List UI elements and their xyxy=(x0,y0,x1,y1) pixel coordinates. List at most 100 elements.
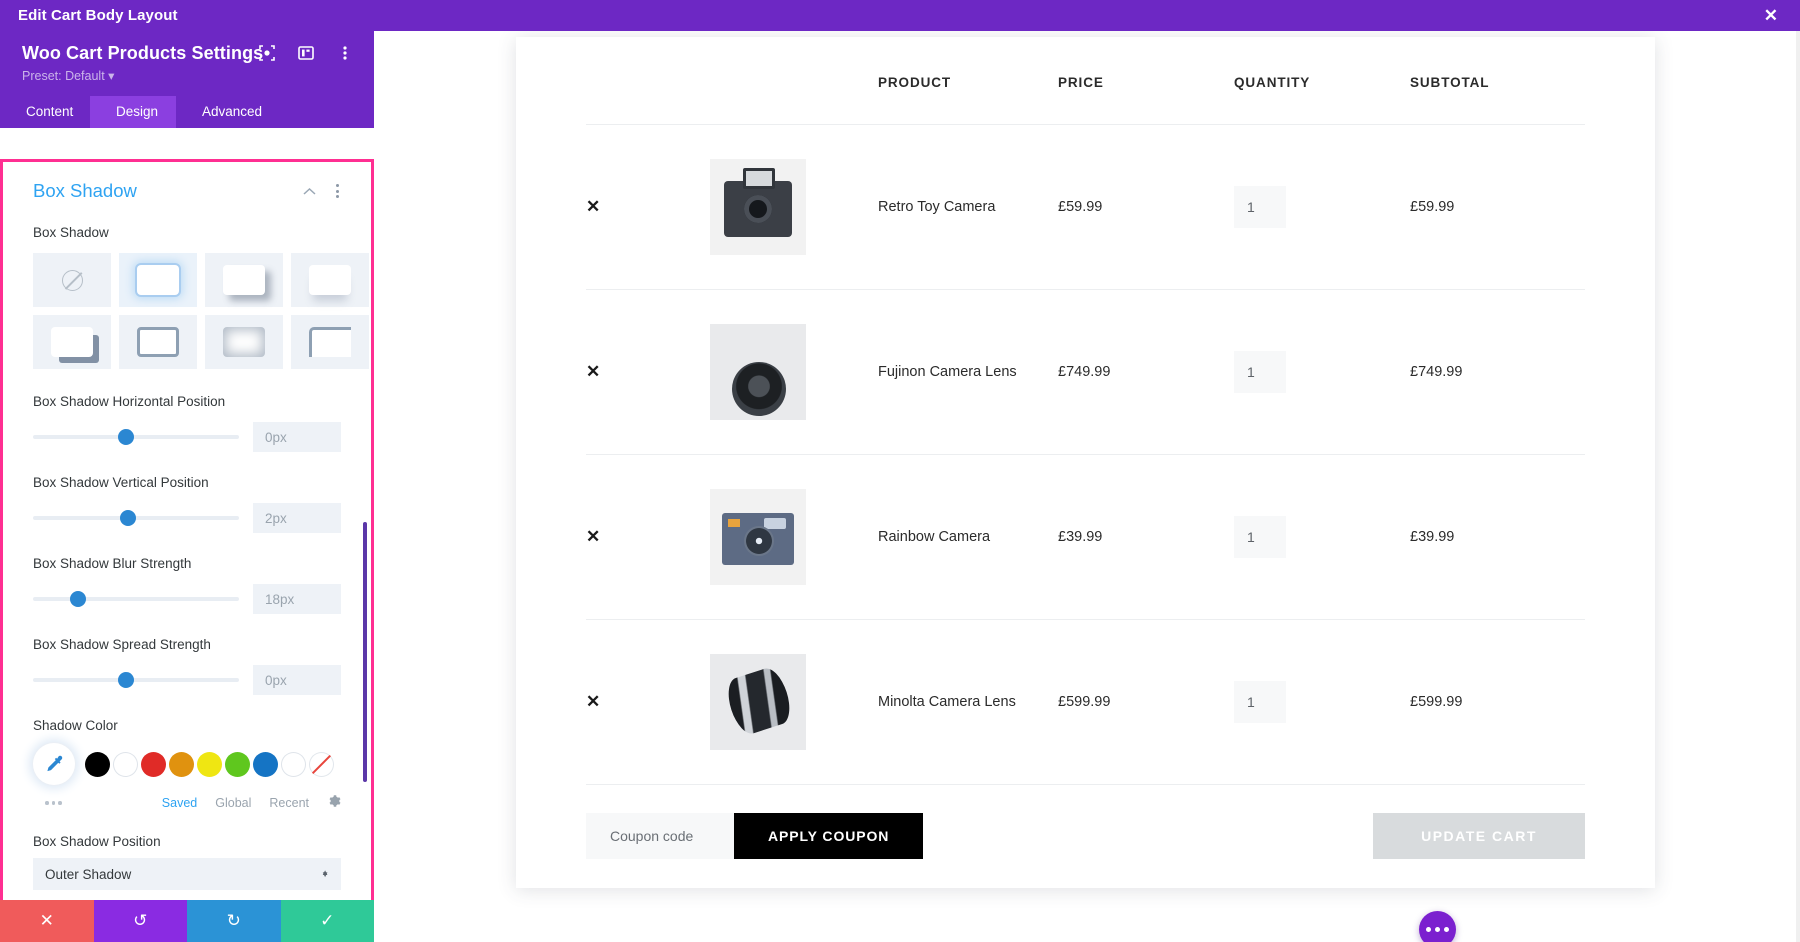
color-tab-saved[interactable]: Saved xyxy=(162,796,197,810)
chevron-up-icon[interactable] xyxy=(303,184,316,199)
product-name[interactable]: Retro Toy Camera xyxy=(878,199,995,215)
table-row: ✕ Retro Toy Camera £59.99 1 £59.99 xyxy=(586,124,1585,290)
layout-icon[interactable] xyxy=(297,44,315,62)
quantity-input[interactable]: 1 xyxy=(1234,681,1286,723)
col-header-product: PRODUCT xyxy=(878,75,952,90)
color-tab-recent[interactable]: Recent xyxy=(269,796,309,810)
tab-content[interactable]: Content xyxy=(0,96,90,128)
slider-track[interactable] xyxy=(33,429,239,445)
swatch-blue[interactable] xyxy=(253,751,278,777)
swatch-orange[interactable] xyxy=(169,751,194,777)
product-thumbnail[interactable] xyxy=(710,159,806,255)
product-thumbnail[interactable] xyxy=(710,489,806,585)
preset-drop-right[interactable] xyxy=(205,253,283,307)
cancel-button[interactable]: ✕ xyxy=(0,900,94,942)
panel-preset[interactable]: Preset: Default ▾ xyxy=(22,68,352,83)
table-row: ✕ Minolta Camera Lens £599.99 1 £599.99 xyxy=(586,619,1585,784)
color-tab-global[interactable]: Global xyxy=(215,796,251,810)
coupon-row: Coupon code APPLY COUPON UPDATE CART xyxy=(586,784,1585,859)
quantity-input[interactable]: 1 xyxy=(1234,516,1286,558)
panel-scrollbar[interactable] xyxy=(363,522,367,782)
slider-value-vertical[interactable]: 2px xyxy=(253,503,341,533)
slider-value-horizontal[interactable]: 0px xyxy=(253,422,341,452)
product-name[interactable]: Minolta Camera Lens xyxy=(878,694,1016,710)
box-shadow-preset-grid xyxy=(33,253,369,369)
preset-outline[interactable] xyxy=(119,315,197,369)
product-thumbnail[interactable] xyxy=(710,324,806,420)
slider-track[interactable] xyxy=(33,672,239,688)
remove-item-button[interactable]: ✕ xyxy=(586,197,600,216)
preset-glow[interactable] xyxy=(119,253,197,307)
slider-label-blur: Box Shadow Blur Strength xyxy=(33,556,192,571)
coupon-input[interactable]: Coupon code xyxy=(586,813,734,859)
remove-item-button[interactable]: ✕ xyxy=(586,692,600,711)
tab-design[interactable]: Design xyxy=(90,96,176,128)
shadow-color-label: Shadow Color xyxy=(33,718,118,733)
box-shadow-position-label: Box Shadow Position xyxy=(33,834,161,849)
swatch-black[interactable] xyxy=(85,751,110,777)
product-name[interactable]: Rainbow Camera xyxy=(878,529,990,545)
slider-value-blur[interactable]: 18px xyxy=(253,584,341,614)
slider-blur[interactable]: 18px xyxy=(33,584,341,614)
swatch-green[interactable] xyxy=(225,751,250,777)
swatch-white-2[interactable] xyxy=(281,751,306,777)
eyedropper-icon[interactable] xyxy=(33,743,75,785)
col-header-price: PRICE xyxy=(1058,75,1104,90)
col-header-subtotal: SUBTOTAL xyxy=(1410,75,1490,90)
table-row: ✕ Fujinon Camera Lens £749.99 1 £749.99 xyxy=(586,289,1585,455)
product-subtotal: £39.99 xyxy=(1410,529,1455,545)
undo-button[interactable]: ↺ xyxy=(93,900,187,942)
more-dots-icon[interactable] xyxy=(45,801,62,805)
preset-corner[interactable] xyxy=(291,315,369,369)
product-name[interactable]: Fujinon Camera Lens xyxy=(878,364,1017,380)
target-icon[interactable] xyxy=(258,44,276,62)
slider-track[interactable] xyxy=(33,510,239,526)
quantity-input[interactable]: 1 xyxy=(1234,351,1286,393)
slider-horizontal[interactable]: 0px xyxy=(33,422,341,452)
slider-track[interactable] xyxy=(33,591,239,607)
stage-scrollbar[interactable] xyxy=(1796,31,1800,942)
swatch-yellow[interactable] xyxy=(197,751,222,777)
no-shadow-icon xyxy=(61,269,83,291)
cart-table-header-row: PRODUCT PRICE QUANTITY SUBTOTAL xyxy=(586,75,1585,125)
preset-hard-offset[interactable] xyxy=(33,315,111,369)
kebab-menu-icon[interactable] xyxy=(336,44,354,62)
update-cart-button[interactable]: UPDATE CART xyxy=(1373,813,1585,859)
preset-inner[interactable] xyxy=(205,315,283,369)
table-row: ✕ Rainbow Camera £39.99 1 £39.99 xyxy=(586,454,1585,620)
panel-action-bar: ✕ ↺ ↻ ✓ xyxy=(0,900,374,942)
slider-label-horizontal: Box Shadow Horizontal Position xyxy=(33,394,226,409)
save-button[interactable]: ✓ xyxy=(280,900,374,942)
slider-spread[interactable]: 0px xyxy=(33,665,341,695)
panel-preset-label: Preset: Default xyxy=(22,69,105,83)
redo-button[interactable]: ↻ xyxy=(187,900,281,942)
chevron-updown-icon: ▲ ▼ xyxy=(321,868,329,879)
remove-item-button[interactable]: ✕ xyxy=(586,527,600,546)
kebab-menu-icon[interactable] xyxy=(334,182,341,200)
tab-advanced[interactable]: Advanced xyxy=(176,96,276,128)
swatch-transparent[interactable] xyxy=(309,751,334,777)
swatch-white[interactable] xyxy=(113,751,138,777)
slider-value-spread[interactable]: 0px xyxy=(253,665,341,695)
apply-coupon-button[interactable]: APPLY COUPON xyxy=(734,813,924,859)
slider-vertical[interactable]: 2px xyxy=(33,503,341,533)
quantity-input[interactable]: 1 xyxy=(1234,186,1286,228)
preset-none[interactable] xyxy=(33,253,111,307)
product-thumbnail[interactable] xyxy=(710,654,806,750)
slider-knob[interactable] xyxy=(70,591,87,607)
gear-icon[interactable] xyxy=(327,794,341,813)
slider-knob[interactable] xyxy=(117,429,134,445)
box-shadow-position-select[interactable]: Outer Shadow ▲ ▼ xyxy=(33,858,341,890)
box-shadow-field-label: Box Shadow xyxy=(33,225,109,240)
col-header-image xyxy=(710,75,878,125)
close-icon[interactable]: ✕ xyxy=(1760,5,1782,26)
more-options-fab[interactable] xyxy=(1419,911,1456,942)
product-price: £39.99 xyxy=(1058,529,1103,545)
slider-label-vertical: Box Shadow Vertical Position xyxy=(33,475,209,490)
preset-drop-bottom[interactable] xyxy=(291,253,369,307)
slider-knob[interactable] xyxy=(117,672,134,688)
swatch-red[interactable] xyxy=(141,751,166,777)
top-bar: Edit Cart Body Layout ✕ xyxy=(0,0,1800,31)
slider-knob[interactable] xyxy=(119,510,136,526)
remove-item-button[interactable]: ✕ xyxy=(586,362,600,381)
